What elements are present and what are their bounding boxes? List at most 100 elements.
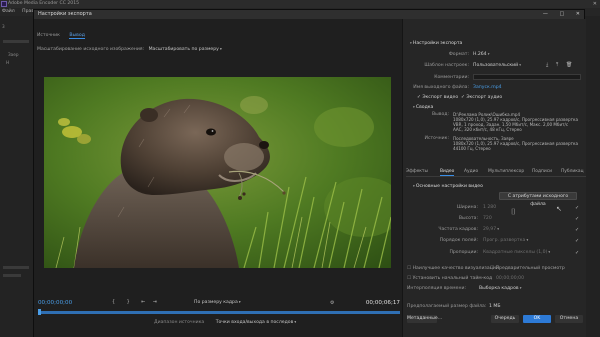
start-timecode-checkbox[interactable]: Установить начальный тайм-код <box>407 276 493 281</box>
settings-tabs: Эффекты Видео Аудио Мультиплексор Подпис… <box>406 169 586 177</box>
video-preview <box>44 77 391 268</box>
field-order-dropdown[interactable]: Прогр. развертка <box>483 238 528 243</box>
set-out-icon[interactable]: } <box>127 300 130 305</box>
bg-row: Заер <box>8 52 19 57</box>
output-name-link[interactable]: Запуск.mp4 <box>473 85 502 90</box>
dialog-title-bar: Настройки экспорта <box>34 10 584 19</box>
save-preset-icon[interactable]: ⤓ <box>546 62 548 68</box>
estimated-size-label: Предполагаемый размер файла: <box>407 304 487 309</box>
max-render-quality-checkbox[interactable]: Наилучшее качество визуализации <box>407 266 499 271</box>
ok-button[interactable]: OK <box>523 315 551 323</box>
summary-header[interactable]: Сводка <box>413 105 434 110</box>
tab-publish[interactable]: Публикац <box>561 169 584 174</box>
bg-divider <box>3 266 29 269</box>
bg-row: H <box>6 60 10 65</box>
cancel-button[interactable]: Отмена <box>555 315 583 323</box>
cursor-icon: ↖ <box>556 205 562 213</box>
match-source-button[interactable]: С атрибутами исходного файла <box>499 192 577 207</box>
frame-rate-dropdown[interactable]: 29,97 <box>483 227 499 232</box>
tab-video[interactable]: Видео <box>440 169 455 176</box>
export-audio-checkbox[interactable]: Экспорт аудио <box>461 95 502 100</box>
source-scaling-dropdown[interactable]: Масштабировать по размеру <box>149 47 222 52</box>
interpolation-label: Интерполяция времени: <box>407 286 466 291</box>
field-order-check-icon[interactable]: ✓ <box>575 238 579 244</box>
comments-input[interactable] <box>473 74 581 80</box>
format-dropdown[interactable]: H.264 <box>473 52 489 57</box>
app-title: Adobe Media Encoder CC 2015 <box>8 1 80 6</box>
estimated-size-value: 1 МБ <box>489 304 501 309</box>
app-window-controls: ✕ <box>570 0 600 8</box>
aspect-check-icon[interactable]: ✓ <box>575 250 579 256</box>
tab-output[interactable]: Вывод <box>69 33 85 39</box>
app-close-icon[interactable]: ✕ <box>593 1 597 7</box>
interpolation-dropdown[interactable]: Выборка кадров <box>479 286 521 291</box>
bg-queue-panel: 3 Заер H <box>0 16 33 337</box>
preset-dropdown[interactable]: Пользовательский <box>473 63 521 68</box>
height-label: Высота: <box>458 216 478 221</box>
go-in-icon[interactable]: ⇤ <box>141 300 145 305</box>
dialog-window-controls: — □ ✕ <box>533 10 580 19</box>
minimize-icon[interactable]: — <box>543 11 548 17</box>
bg-divider <box>3 40 29 43</box>
in-out-markers: { } ⇤ ⇥ <box>112 300 157 305</box>
height-check-icon[interactable]: ✓ <box>575 216 579 222</box>
metadata-button[interactable]: Метаданные... <box>407 315 442 323</box>
width-value[interactable]: 1 280 <box>483 205 496 210</box>
link-dimensions-icon[interactable]: ⌷ <box>511 207 516 217</box>
import-preset-icon[interactable]: ⤒ <box>556 62 558 68</box>
export-video-checkbox[interactable]: Экспорт видео <box>417 95 458 100</box>
menu-file[interactable]: Файл <box>2 9 15 14</box>
tab-audio[interactable]: Аудио <box>464 169 478 174</box>
width-check-icon[interactable]: ✓ <box>575 205 579 211</box>
start-timecode-value[interactable]: 00;00;00;00 <box>496 276 524 281</box>
timeline-track[interactable] <box>38 309 400 315</box>
current-timecode[interactable]: 00;00;00;00 <box>38 300 72 306</box>
field-order-label: Порядок полей: <box>439 238 478 243</box>
source-range-dropdown[interactable]: Точки входа/выхода в последов <box>216 320 296 325</box>
app-title-bar: Adobe Media Encoder CC 2015 <box>0 0 600 8</box>
bg-divider <box>3 274 21 277</box>
close-icon[interactable]: ✕ <box>576 11 580 17</box>
settings-pane: Настройки экспорта Формат: H.264 Шаблон … <box>402 19 586 337</box>
output-name-label: Имя выходного файла: <box>413 85 469 90</box>
delete-preset-icon[interactable]: 🗑 <box>566 62 572 68</box>
preview-pane: Источник Вывод Масштабирование исходного… <box>34 19 402 337</box>
timeline-controls: 00;00;00;00 { } ⇤ ⇥ По размеру кадра ⚙ 0… <box>38 300 400 307</box>
maximize-icon[interactable]: □ <box>559 11 564 17</box>
bg-right-panel <box>585 16 600 337</box>
duration-timecode: 00;00;06;17 <box>365 300 400 306</box>
timeline-fill <box>38 311 400 314</box>
summary-output-line: AAC, 320 кбит/с, 48 кГц, Стерео <box>453 127 522 132</box>
playhead[interactable] <box>38 309 41 315</box>
summary-source-label: Источник: <box>424 136 449 141</box>
use-previews-checkbox[interactable]: Предварительный просмотр <box>490 266 565 271</box>
tab-source[interactable]: Источник <box>37 33 60 38</box>
summary-source-line: 44100 Гц, Стерео <box>453 146 491 151</box>
preview-frame-image <box>44 77 391 268</box>
export-settings-header[interactable]: Настройки экспорта <box>410 41 462 46</box>
frame-rate-check-icon[interactable]: ✓ <box>575 227 579 233</box>
tab-effects[interactable]: Эффекты <box>406 169 428 174</box>
ame-logo-icon <box>1 1 7 7</box>
export-settings-dialog: Настройки экспорта — □ ✕ Источник Вывод … <box>33 9 586 337</box>
height-value[interactable]: 720 <box>483 216 492 221</box>
dialog-title: Настройки экспорта <box>38 11 92 17</box>
queue-button[interactable]: Очередь <box>491 315 519 323</box>
source-scaling-bar: Масштабирование исходного изображения: М… <box>37 47 222 52</box>
source-scaling-label: Масштабирование исходного изображения: <box>37 47 145 52</box>
frame-rate-label: Частота кадров: <box>438 227 478 232</box>
aspect-dropdown[interactable]: Квадратные пикселы (1,0) <box>483 250 550 255</box>
format-label: Формат: <box>448 52 469 57</box>
bg-row: 3 <box>2 24 5 29</box>
preview-tabs: Источник Вывод <box>37 33 93 40</box>
tab-multiplexer[interactable]: Мультиплексор <box>488 169 524 174</box>
settings-icon[interactable]: ⚙ <box>330 300 334 306</box>
fit-dropdown[interactable]: По размеру кадра <box>194 300 241 305</box>
tab-captions[interactable]: Подписи <box>532 169 552 174</box>
go-out-icon[interactable]: ⇥ <box>153 300 157 305</box>
source-range: Диапазон источника Точки входа/выхода в … <box>154 320 296 325</box>
aspect-label: Пропорции: <box>449 250 478 255</box>
set-in-icon[interactable]: { <box>112 300 115 305</box>
width-label: Ширина: <box>456 205 478 210</box>
basic-video-header[interactable]: Основные настройки видео <box>413 184 483 189</box>
